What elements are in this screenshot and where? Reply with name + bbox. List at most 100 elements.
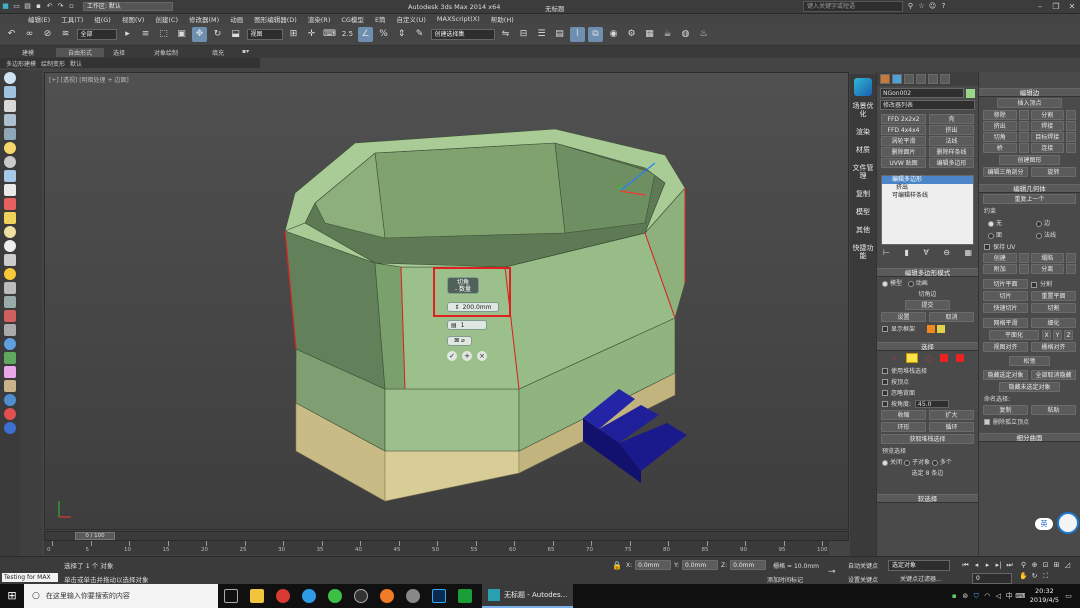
yellow-box-icon[interactable] [4,212,16,224]
mode-model-radio[interactable] [882,280,888,287]
time-slider[interactable]: 0 / 100 [44,531,849,541]
make-unique-icon[interactable]: ∀ [923,248,928,257]
modifier-button-9[interactable]: 编辑多边形 [929,158,974,168]
tray-keyboard-icon[interactable]: ⌨ [1015,591,1026,602]
by-angle-field[interactable]: 45.0 [915,399,950,408]
plugin-tab-2[interactable]: 材质 [850,146,876,154]
copy-button[interactable]: 复制 [983,405,1028,415]
motion-tab-icon[interactable] [916,74,926,84]
grid2-settings-icon-3[interactable] [1066,264,1076,274]
x-coordinate-field[interactable]: 0.0mm [635,560,672,570]
menu-item-7[interactable]: 图形编辑器(D) [254,14,297,24]
notification-icon[interactable]: ▭ [1063,591,1074,602]
camera-icon[interactable] [4,198,16,210]
minimize-button[interactable]: – [1032,1,1048,13]
taskbar-3dsmax-task[interactable]: 无标题 - Autodes... [482,584,574,608]
menu-item-12[interactable]: MAXScript(X) [437,15,480,23]
relax-button[interactable]: 松弛 [1009,356,1050,366]
plugin-tab-6[interactable]: 其他 [850,226,876,234]
render-setup-icon[interactable]: ⚙ [624,27,639,42]
netease-music-icon[interactable] [276,589,290,603]
teapot-left-icon[interactable] [4,282,16,294]
insert-vertex-button[interactable]: 插入顶点 [997,98,1062,108]
border-mode-icon[interactable]: ◌ [925,354,932,363]
keyboard-shortcut-icon[interactable]: ⌨ [322,27,337,42]
globe-icon[interactable] [4,338,16,350]
by-angle-checkbox[interactable] [882,400,888,407]
apply-icon[interactable]: + [462,351,472,361]
next-frame-icon[interactable]: ▸| [993,560,1004,571]
element-mode-icon[interactable] [956,354,964,362]
hide-unselected-button[interactable]: 隐藏未选定对象 [999,382,1060,392]
tray-volume-icon[interactable]: ◁ [993,591,1004,602]
bulb-icon[interactable] [4,142,16,154]
wechat-icon[interactable] [328,589,342,603]
tool-icon[interactable] [4,380,16,392]
percent-snap-icon[interactable]: % [376,27,391,42]
plugin-logo-icon[interactable] [854,78,872,96]
grid1-settings-icon-3[interactable] [1066,121,1076,131]
teapot-icon[interactable]: ♨ [696,27,711,42]
create-tab-icon[interactable] [880,74,890,84]
unlink-icon[interactable]: ⊘ [40,27,55,42]
tray-gpu-icon[interactable]: ▪ [949,591,960,602]
grid2-settings-icon-0[interactable] [1018,253,1029,263]
tray-ime-icon[interactable]: 中 [1004,591,1015,602]
star-icon[interactable]: ☆ [916,1,927,12]
select-object-icon[interactable]: ▸ [120,27,135,42]
preview-multi-radio[interactable] [931,459,938,466]
chamfer-open-toggle[interactable]: ⊠ ⌀ [447,336,472,346]
subdivision-header[interactable]: 细分曲面 [979,433,1080,442]
selection-option-checkbox-0[interactable] [882,367,888,374]
ring-icon[interactable] [4,156,16,168]
dot-icon[interactable] [4,240,16,252]
ribbon-tab-selection[interactable]: 选择 [113,48,125,57]
modifier-button-6[interactable]: 删除面片 [881,147,926,157]
edit-triangulation-button[interactable]: 编辑三角剖分 [983,167,1028,177]
key-mode-icon[interactable]: ⊸ [828,567,836,577]
render-icon[interactable]: ☕ [660,27,675,42]
cancel-edit-button[interactable]: 取消 [929,312,974,322]
max-logo-icon[interactable]: ■ [0,1,11,12]
set-key-label[interactable]: 设置关键点 [848,575,878,584]
lines-icon[interactable] [4,114,16,126]
cage-color-2[interactable] [937,324,946,333]
cone-icon[interactable] [4,254,16,266]
select-manipulate-icon[interactable]: ✛ [304,27,319,42]
schematic-view-icon[interactable]: ⧉ [588,27,603,42]
shrink-button[interactable]: 收缩 [881,410,926,420]
loop-button[interactable]: 循环 [929,422,974,432]
modifier-button-0[interactable]: FFD 2x2x2 [881,114,926,124]
ribbon-tab-populate[interactable]: 填充 [212,48,224,57]
polygon-mode-icon[interactable] [940,354,949,362]
file-explorer-icon[interactable] [250,589,264,603]
grid1-settings-icon-5[interactable] [1066,132,1076,142]
configure-sets-icon[interactable]: ▦ [964,248,972,257]
grid1-button-3[interactable]: 焊接 [1030,121,1064,131]
sun-icon[interactable] [4,268,16,280]
menu-item-13[interactable]: 帮助(H) [491,14,514,24]
object-color-swatch[interactable] [966,88,975,98]
current-frame-field[interactable]: 0 [972,573,1012,584]
reference-coordinate-dropdown[interactable]: 视图 [246,29,283,40]
selection-header[interactable]: 选择 [877,342,978,351]
ribbon-toggle-icon[interactable]: ▤ [552,27,567,42]
close-button[interactable]: ✕ [1064,1,1080,13]
spin-button[interactable]: 旋转 [1031,167,1076,177]
chamfer-segments-field[interactable]: ▤ 1 [447,320,487,330]
play-icon[interactable]: ▸ [982,560,993,571]
grid1-button-6[interactable]: 桥 [983,143,1017,153]
search-input[interactable]: 键入关键字或短语 [803,1,903,12]
get-stack-selection-button[interactable]: 获取堆栈选择 [881,434,974,444]
modifier-button-8[interactable]: UVW 贴图 [881,158,926,168]
hierarchy-tab-icon[interactable] [904,74,914,84]
eye-icon[interactable] [4,72,16,84]
snow-icon[interactable] [4,184,16,196]
auto-key-label[interactable]: 自动关键点 [848,561,878,570]
chamfer-caddy-title[interactable]: 切角 - 数量 [447,277,479,294]
z-coordinate-field[interactable]: 0.0mm [730,560,767,570]
bind-spacewarp-icon[interactable]: ≋ [58,27,73,42]
new-icon[interactable]: ▭ [11,1,22,12]
edit-poly-mode-header[interactable]: 编辑多边形模式 [877,268,978,277]
slice-plane-button[interactable]: 切片平面 [983,279,1028,289]
